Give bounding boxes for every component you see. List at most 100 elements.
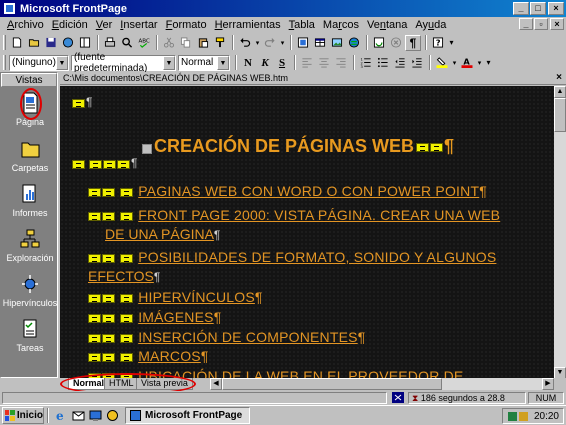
redo-dropdown-icon[interactable]: ▾ xyxy=(279,35,286,51)
open-folder-icon[interactable] xyxy=(26,35,42,51)
toolbar-grip[interactable] xyxy=(3,35,6,50)
cut-icon[interactable] xyxy=(161,35,177,51)
redo-icon[interactable] xyxy=(262,35,278,51)
chevron-down-icon[interactable]: ▼ xyxy=(163,55,175,70)
minimize-button[interactable]: _ xyxy=(513,2,529,15)
tray-volume-icon[interactable] xyxy=(518,411,528,421)
link-posibilidades-formato-continued[interactable]: EFECTOS¶ xyxy=(88,268,160,284)
stop-icon[interactable] xyxy=(388,35,404,51)
view-reports[interactable]: Informes xyxy=(1,182,59,218)
font-color-icon[interactable]: A xyxy=(459,55,475,71)
font-size-select[interactable]: Normal ▼ xyxy=(178,54,230,71)
align-left-icon[interactable] xyxy=(299,55,315,71)
scroll-thumb[interactable] xyxy=(554,98,566,132)
channels-icon[interactable] xyxy=(105,408,120,423)
underline-button[interactable]: S xyxy=(274,55,290,71)
align-right-icon[interactable] xyxy=(333,55,349,71)
spelling-icon[interactable]: ABC xyxy=(136,35,152,51)
link-hipervinculos[interactable]: HIPERVÍNCULOS¶ xyxy=(88,289,263,305)
horizontal-scroll-thumb[interactable] xyxy=(222,378,442,390)
menu-herramientas[interactable]: Herramientas xyxy=(212,19,284,31)
numbering-icon[interactable]: 123 xyxy=(358,55,374,71)
insert-picture-icon[interactable] xyxy=(329,35,345,51)
menu-insertar[interactable]: Insertar xyxy=(117,19,160,31)
undo-dropdown-icon[interactable]: ▾ xyxy=(254,35,261,51)
scroll-up-icon[interactable]: ▲ xyxy=(554,86,566,98)
close-button[interactable]: × xyxy=(548,2,564,15)
clock[interactable]: 20:20 xyxy=(534,411,559,422)
save-icon[interactable] xyxy=(43,35,59,51)
scroll-left-icon[interactable]: ◀ xyxy=(210,378,222,390)
menu-ver[interactable]: Ver xyxy=(93,19,116,31)
chevron-down-icon[interactable]: ▼ xyxy=(217,55,229,70)
folder-list-icon[interactable] xyxy=(77,35,93,51)
link-front-page-2000-continued[interactable]: DE UNA PÁGINA¶ xyxy=(105,226,220,242)
maximize-button[interactable]: □ xyxy=(530,2,546,15)
more-buttons-icon[interactable]: ▾ xyxy=(484,55,493,71)
view-folders[interactable]: Carpetas xyxy=(1,137,59,173)
preview-in-browser-icon[interactable] xyxy=(119,35,135,51)
refresh-icon[interactable] xyxy=(371,35,387,51)
show-all-pilcrow-icon[interactable]: ¶ xyxy=(405,34,421,51)
link-imagenes[interactable]: IMÁGENES¶ xyxy=(88,309,221,325)
tray-network-icon[interactable] xyxy=(507,411,517,421)
doc-restore-button[interactable]: ▫ xyxy=(534,18,548,30)
doc-minimize-button[interactable]: _ xyxy=(519,18,533,30)
link-marcos[interactable]: MARCOS¶ xyxy=(88,348,209,364)
menu-archivo[interactable]: Archivo xyxy=(4,19,47,31)
italic-button[interactable]: K xyxy=(257,55,273,71)
start-button[interactable]: Inicio xyxy=(2,407,44,424)
internet-explorer-icon[interactable]: e xyxy=(54,408,69,423)
outlook-express-icon[interactable] xyxy=(71,408,86,423)
view-navigation[interactable]: Exploración xyxy=(1,227,59,263)
copy-icon[interactable] xyxy=(178,35,194,51)
insert-table-icon[interactable] xyxy=(312,35,328,51)
undo-icon[interactable] xyxy=(237,35,253,51)
new-page-icon[interactable] xyxy=(9,35,25,51)
menu-ventana[interactable]: Ventana xyxy=(364,19,410,31)
font-color-dropdown-icon[interactable]: ▾ xyxy=(476,55,483,71)
page-heading[interactable]: CREACIÓN DE PÁGINAS WEB ¶ xyxy=(154,136,454,157)
bullets-icon[interactable] xyxy=(375,55,391,71)
doc-close-button[interactable]: × xyxy=(550,18,564,30)
svg-text:?: ? xyxy=(436,38,441,48)
link-insercion-componentes[interactable]: INSERCIÓN DE COMPONENTES¶ xyxy=(88,329,365,345)
chevron-down-icon[interactable]: ▼ xyxy=(56,55,68,70)
toolbar-grip[interactable] xyxy=(3,55,6,70)
more-buttons-icon[interactable]: ▾ xyxy=(447,35,456,51)
increase-indent-icon[interactable] xyxy=(409,55,425,71)
highlight-dropdown-icon[interactable]: ▾ xyxy=(451,55,458,71)
horizontal-scrollbar[interactable]: ◀ ▶ xyxy=(210,378,554,390)
help-icon[interactable]: ? xyxy=(430,35,446,51)
view-tasks[interactable]: Tareas xyxy=(1,317,59,353)
link-front-page-2000[interactable]: FRONT PAGE 2000: VISTA PÁGINA. CREAR UNA… xyxy=(88,207,500,223)
menu-tabla[interactable]: Tabla xyxy=(286,19,318,31)
bold-button[interactable]: N xyxy=(240,55,256,71)
menu-ayuda[interactable]: Ayuda xyxy=(412,19,449,31)
format-painter-icon[interactable] xyxy=(212,35,228,51)
print-icon[interactable] xyxy=(102,35,118,51)
align-center-icon[interactable] xyxy=(316,55,332,71)
link-posibilidades-formato[interactable]: POSIBILIDADES DE FORMATO, SONIDO Y ALGUN… xyxy=(88,249,496,265)
menu-formato[interactable]: Formato xyxy=(163,19,210,31)
paste-icon[interactable] xyxy=(195,35,211,51)
highlight-icon[interactable] xyxy=(434,55,450,71)
show-desktop-icon[interactable] xyxy=(88,408,103,423)
insert-component-icon[interactable] xyxy=(295,35,311,51)
style-select[interactable]: (Ninguno) ▼ xyxy=(9,54,69,71)
menu-edicion[interactable]: Edición xyxy=(49,19,91,31)
page-canvas[interactable]: ¶ CREACIÓN DE PÁGINAS WEB ¶ ¶ PAGINAS WEB… xyxy=(60,86,554,379)
hyperlink-globe-icon[interactable] xyxy=(346,35,362,51)
publish-web-icon[interactable] xyxy=(60,35,76,51)
view-hyperlinks[interactable]: Hipervínculos xyxy=(1,272,59,308)
font-select[interactable]: (fuente predeterminada) ▼ xyxy=(71,52,176,74)
link-paginas-web-word[interactable]: PAGINAS WEB CON WORD O CON POWER POINT¶ xyxy=(88,183,487,199)
vertical-scrollbar[interactable]: ▲ ▼ xyxy=(554,86,566,379)
frontpage-app-icon[interactable] xyxy=(3,2,16,15)
task-button-frontpage[interactable]: Microsoft FrontPage xyxy=(125,407,250,424)
title-bar[interactable]: Microsoft FrontPage _ □ × xyxy=(0,0,566,17)
close-document-icon[interactable]: × xyxy=(556,72,562,84)
decrease-indent-icon[interactable] xyxy=(392,55,408,71)
menu-marcos[interactable]: Marcos xyxy=(320,19,362,31)
scroll-right-icon[interactable]: ▶ xyxy=(542,378,554,390)
